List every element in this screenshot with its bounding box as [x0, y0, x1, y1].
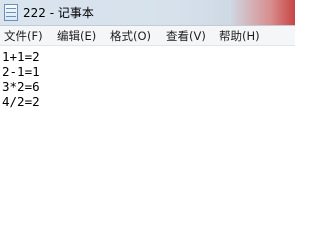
- title-bar[interactable]: 222 - 记事本: [0, 0, 295, 26]
- menu-file[interactable]: 文件(F): [4, 28, 43, 44]
- text-line: 3*2=6: [2, 79, 40, 94]
- notepad-icon[interactable]: [4, 4, 18, 21]
- menu-edit[interactable]: 编辑(E): [57, 28, 96, 44]
- menu-help[interactable]: 帮助(H): [219, 28, 260, 44]
- notepad-window: 222 - 记事本 文件(F) 编辑(E) 格式(O) 查看(V) 帮助(H) …: [0, 0, 295, 200]
- menu-format[interactable]: 格式(O): [110, 28, 151, 44]
- window-title: 222 - 记事本: [23, 6, 94, 20]
- menu-view[interactable]: 查看(V): [166, 28, 206, 44]
- text-content: 1+1=2 2-1=1 3*2=6 4/2=2: [2, 49, 40, 109]
- menu-bar: 文件(F) 编辑(E) 格式(O) 查看(V) 帮助(H): [0, 26, 295, 46]
- text-edit-area[interactable]: 1+1=2 2-1=1 3*2=6 4/2=2: [0, 46, 295, 200]
- text-line: 2-1=1: [2, 64, 40, 79]
- text-line: 4/2=2: [2, 94, 40, 109]
- text-line: 1+1=2: [2, 49, 40, 64]
